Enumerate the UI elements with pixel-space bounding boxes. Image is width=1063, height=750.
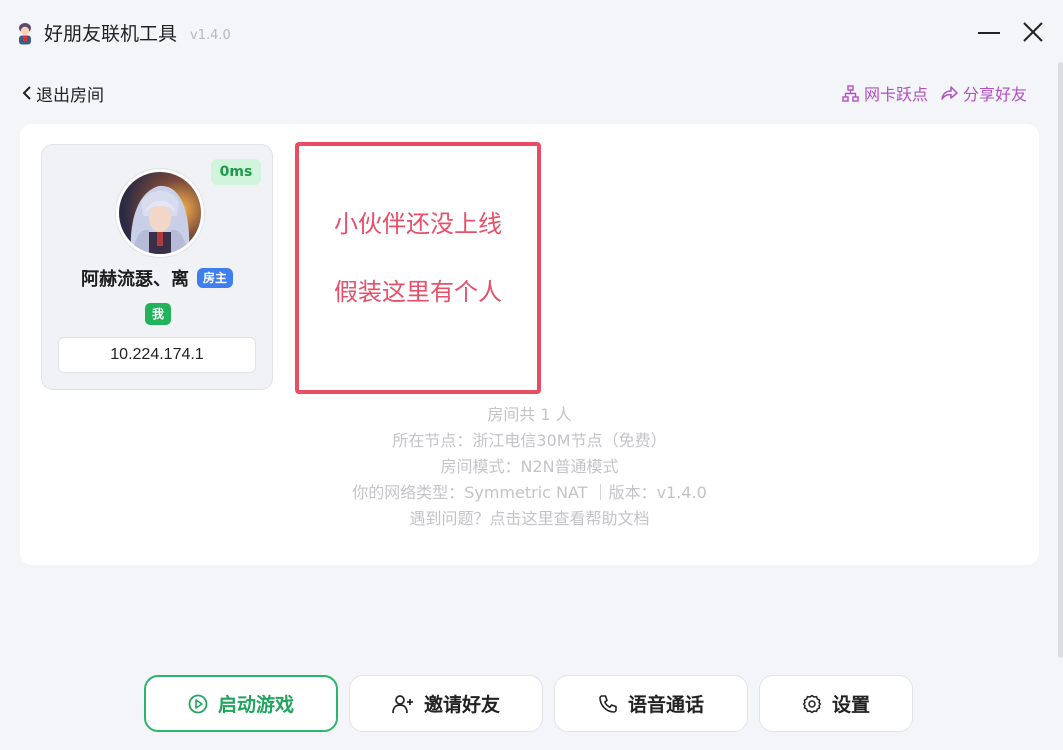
app-version: v1.4.0 xyxy=(190,28,231,43)
host-badge: 房主 xyxy=(196,268,233,288)
close-icon xyxy=(1023,22,1043,42)
phone-icon xyxy=(599,694,617,713)
room-node: 所在节点：浙江电信30M节点（免费） xyxy=(392,431,667,450)
chevron-left-icon xyxy=(22,86,31,100)
room-info: 房间共 1 人 所在节点：浙江电信30M节点（免费） 房间模式：N2N普通模式 … xyxy=(20,402,1039,532)
help-doc-link[interactable]: 遇到问题？点击这里查看帮助文档 xyxy=(20,506,1039,532)
share-icon xyxy=(941,86,958,100)
settings-button[interactable]: 设置 xyxy=(759,675,913,732)
exit-room-label: 退出房间 xyxy=(36,85,104,106)
start-game-button[interactable]: 启动游戏 xyxy=(144,675,338,732)
voice-call-button[interactable]: 语音通话 xyxy=(554,675,748,732)
header-actions: 网卡跃点 分享好友 xyxy=(842,80,1027,106)
member-name-row: 阿赫流瑟、离 房主 xyxy=(42,265,272,291)
placeholder-line-2: 假装这里有个人 xyxy=(334,278,502,306)
exit-room-link[interactable]: 退出房间 xyxy=(22,80,104,106)
network-type: 你的网络类型：Symmetric NAT ｜版本：v1.4.0 xyxy=(352,483,707,502)
share-friend-label: 分享好友 xyxy=(962,85,1027,104)
member-name: 阿赫流瑟、离 xyxy=(80,269,189,290)
gear-icon xyxy=(802,694,822,713)
placeholder-member-card: 小伙伴还没上线 假装这里有个人 xyxy=(295,142,541,394)
close-button[interactable] xyxy=(1015,16,1051,48)
invite-friend-button[interactable]: 邀请好友 xyxy=(349,675,543,732)
room-count: 房间共 1 人 xyxy=(487,405,572,424)
title-bar: 好朋友联机工具 v1.4.0 xyxy=(0,0,1063,66)
ping-badge: 0ms xyxy=(211,159,261,185)
scrollbar[interactable] xyxy=(1058,62,1063,658)
network-priority-label: 网卡跃点 xyxy=(863,85,928,104)
share-friend-link[interactable]: 分享好友 xyxy=(940,81,1027,105)
network-priority-link[interactable]: 网卡跃点 xyxy=(842,81,928,105)
bottom-action-bar: 启动游戏 邀请好友 语音通话 设置 xyxy=(144,675,913,733)
network-icon xyxy=(842,84,859,102)
minimize-icon xyxy=(978,32,1000,34)
room-panel: 0ms 阿赫流瑟、离 房主 我 10.224.174.1 小伙伴还没上线 假装这… xyxy=(20,124,1039,565)
settings-label: 设置 xyxy=(831,694,870,716)
voice-call-label: 语音通话 xyxy=(627,694,704,716)
app-logo xyxy=(19,23,31,45)
minimize-button[interactable] xyxy=(971,16,1007,48)
me-badge: 我 xyxy=(145,303,171,325)
room-mode: 房间模式：N2N普通模式 xyxy=(440,457,619,476)
start-game-label: 启动游戏 xyxy=(217,694,294,716)
add-user-icon xyxy=(392,694,413,713)
member-card[interactable]: 0ms 阿赫流瑟、离 房主 我 10.224.174.1 xyxy=(41,144,273,390)
invite-friend-label: 邀请好友 xyxy=(423,694,500,716)
avatar xyxy=(116,169,204,257)
placeholder-line-1: 小伙伴还没上线 xyxy=(334,210,502,238)
member-ip[interactable]: 10.224.174.1 xyxy=(58,337,256,373)
app-title: 好朋友联机工具 xyxy=(44,23,178,45)
play-circle-icon xyxy=(188,694,208,713)
